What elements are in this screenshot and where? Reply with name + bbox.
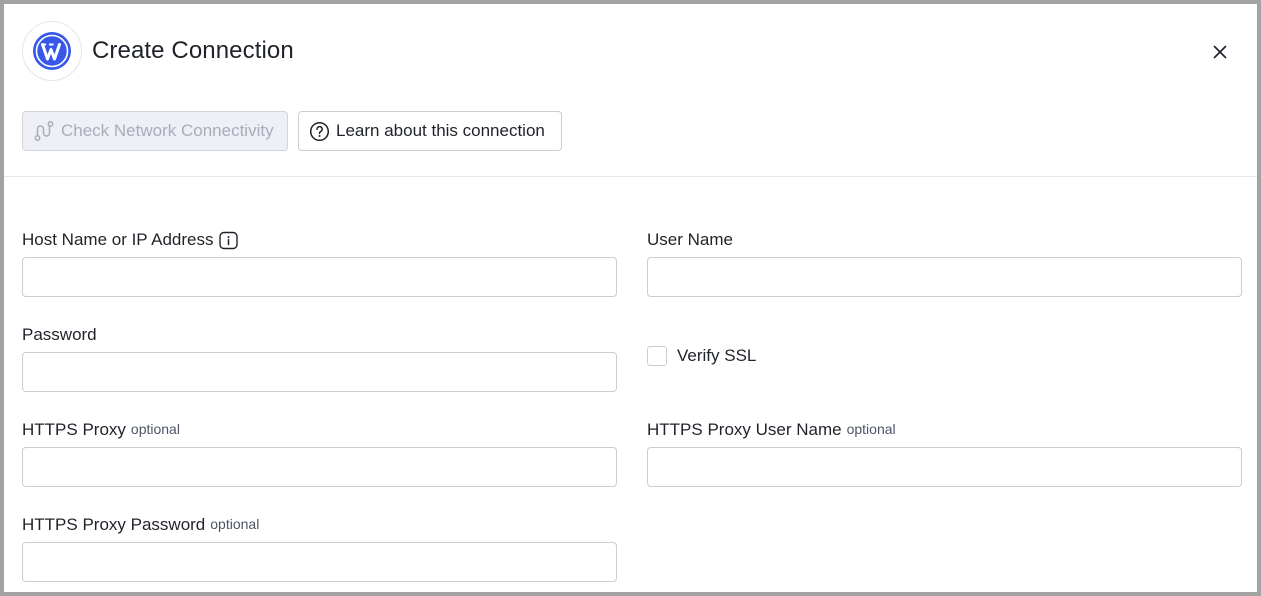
- username-input[interactable]: [647, 257, 1242, 297]
- https-proxy-username-label-text: HTTPS Proxy User Name: [647, 420, 842, 439]
- check-network-connectivity-button[interactable]: Check Network Connectivity: [22, 111, 288, 151]
- learn-about-connection-button[interactable]: Learn about this connection: [298, 111, 562, 151]
- verify-ssl-checkbox[interactable]: [647, 346, 667, 366]
- help-circle-icon: [309, 121, 330, 142]
- host-input[interactable]: [22, 257, 617, 297]
- optional-tag: optional: [130, 421, 180, 437]
- username-label-text: User Name: [647, 230, 733, 249]
- create-connection-dialog: Create Connection Check Network Connecti…: [4, 4, 1257, 592]
- info-icon[interactable]: [218, 231, 238, 250]
- dialog-title: Create Connection: [92, 37, 294, 64]
- close-button[interactable]: [1206, 38, 1234, 66]
- password-label-text: Password: [22, 325, 97, 344]
- https-proxy-username-label: HTTPS Proxy User Name optional: [647, 420, 896, 440]
- check-network-label: Check Network Connectivity: [61, 121, 274, 140]
- host-label-text: Host Name or IP Address: [22, 230, 214, 249]
- password-label: Password: [22, 325, 97, 345]
- password-input[interactable]: [22, 352, 617, 392]
- learn-label: Learn about this connection: [336, 121, 545, 140]
- close-icon: [1213, 45, 1227, 59]
- verify-ssl-row[interactable]: Verify SSL: [647, 346, 756, 366]
- https-proxy-input[interactable]: [22, 447, 617, 487]
- optional-tag: optional: [210, 516, 260, 532]
- username-label: User Name: [647, 230, 733, 250]
- wordpress-logo: [22, 21, 82, 81]
- https-proxy-label: HTTPS Proxy optional: [22, 420, 180, 440]
- optional-tag: optional: [846, 421, 896, 437]
- wordpress-icon: [33, 32, 71, 70]
- network-route-icon: [33, 120, 55, 142]
- host-label: Host Name or IP Address: [22, 230, 238, 250]
- https-proxy-password-label-text: HTTPS Proxy Password: [22, 515, 206, 534]
- https-proxy-password-input[interactable]: [22, 542, 617, 582]
- https-proxy-username-input[interactable]: [647, 447, 1242, 487]
- verify-ssl-label[interactable]: Verify SSL: [677, 346, 756, 366]
- dialog-header: Create Connection Check Network Connecti…: [4, 4, 1257, 177]
- https-proxy-password-label: HTTPS Proxy Password optional: [22, 515, 259, 535]
- https-proxy-label-text: HTTPS Proxy: [22, 420, 126, 439]
